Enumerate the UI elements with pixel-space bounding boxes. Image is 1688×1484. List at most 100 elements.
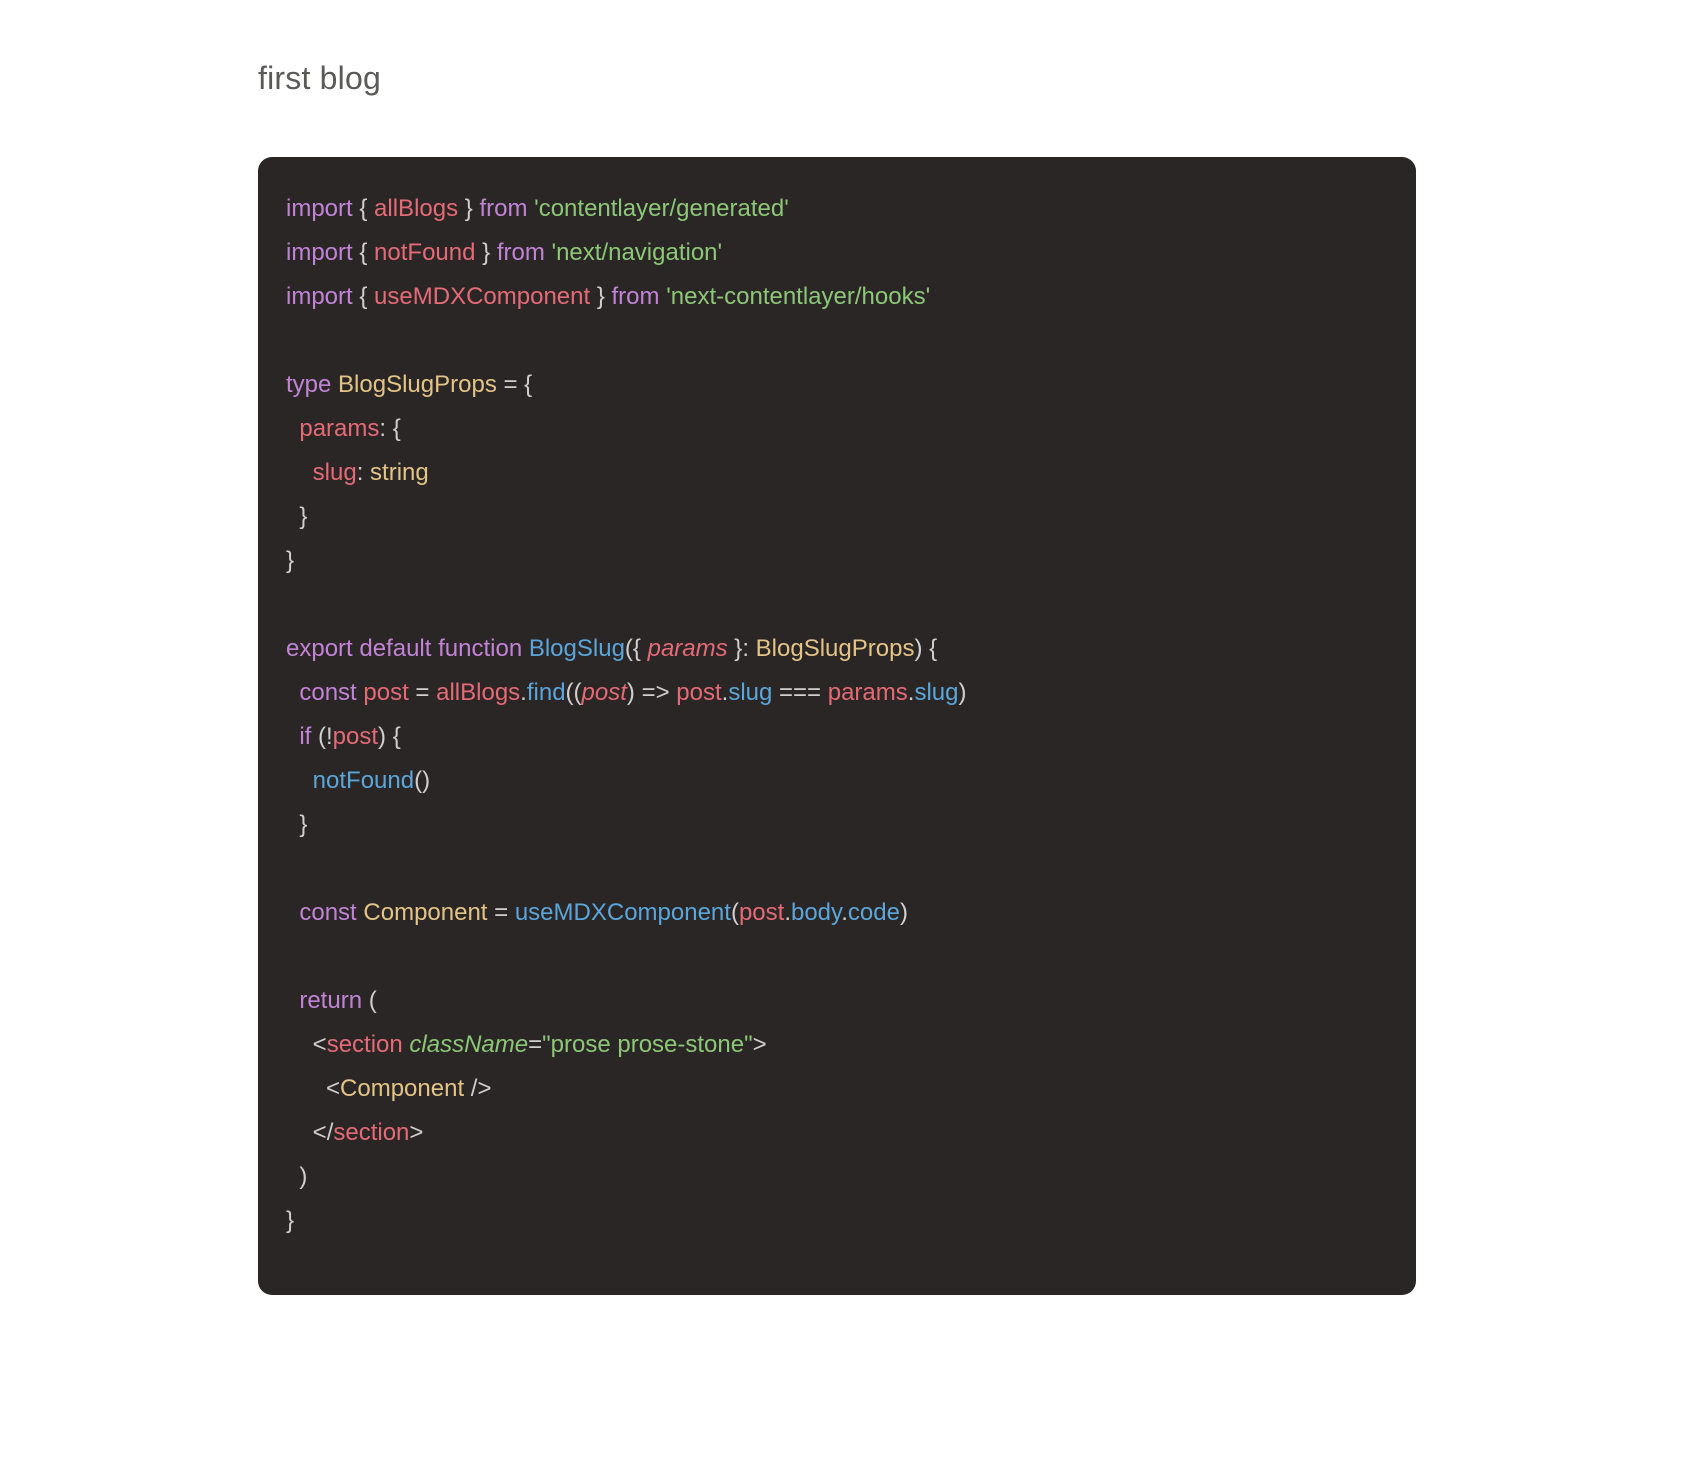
code-token <box>286 459 313 486</box>
code-token: } <box>286 1207 294 1234</box>
code-token: (( <box>566 679 582 706</box>
code-token: . <box>784 899 791 926</box>
code-line: const post = allBlogs.find((post) => pos… <box>286 671 1388 715</box>
code-token <box>522 635 529 662</box>
code-token: = <box>487 899 514 926</box>
code-line <box>286 847 1388 891</box>
code-token: slug <box>313 459 357 486</box>
code-token: import <box>286 283 353 310</box>
code-token: } <box>590 283 611 310</box>
code-line: import { allBlogs } from 'contentlayer/g… <box>286 187 1388 231</box>
code-line: export default function BlogSlug({ param… <box>286 627 1388 671</box>
code-line <box>286 935 1388 979</box>
code-token: find <box>527 679 566 706</box>
code-token: from <box>612 283 660 310</box>
code-token: 'contentlayer/generated' <box>534 195 789 222</box>
code-token: slug <box>914 679 958 706</box>
code-token: Component <box>340 1075 464 1102</box>
code-token: } <box>458 195 479 222</box>
code-token: className <box>409 1031 528 1058</box>
code-token: > <box>753 1031 767 1058</box>
page-title: first blog <box>258 60 1688 97</box>
code-token <box>286 987 299 1014</box>
code-line <box>286 319 1388 363</box>
code-token: notFound <box>313 767 414 794</box>
code-token <box>286 327 293 354</box>
code-token: post <box>582 679 627 706</box>
code-line: } <box>286 1199 1388 1243</box>
code-token: = { <box>497 371 532 398</box>
code-token: 'next/navigation' <box>552 239 723 266</box>
code-token: type <box>286 371 331 398</box>
code-token: params <box>648 635 728 662</box>
code-token: { <box>353 239 374 266</box>
code-token: post <box>739 899 784 926</box>
code-token: = <box>528 1031 542 1058</box>
code-token: useMDXComponent <box>515 899 731 926</box>
code-token <box>286 899 299 926</box>
code-line: params: { <box>286 407 1388 451</box>
code-token: < <box>286 1031 327 1058</box>
code-line: return ( <box>286 979 1388 1023</box>
code-token: } <box>286 503 307 530</box>
code-token: BlogSlugProps <box>338 371 497 398</box>
code-token: : { <box>379 415 400 442</box>
code-token: useMDXComponent <box>374 283 590 310</box>
code-line: ) <box>286 1155 1388 1199</box>
code-token: "prose prose-stone" <box>542 1031 752 1058</box>
code-token: } <box>286 811 307 838</box>
code-token: ( <box>731 899 739 926</box>
code-token: function <box>438 635 522 662</box>
code-token: > <box>409 1119 423 1146</box>
code-token: : <box>357 459 370 486</box>
code-token: params <box>828 679 908 706</box>
code-token: post <box>676 679 721 706</box>
code-line: import { notFound } from 'next/navigatio… <box>286 231 1388 275</box>
code-token: ) { <box>914 635 937 662</box>
code-token: from <box>497 239 545 266</box>
code-token: string <box>370 459 429 486</box>
code-token: export <box>286 635 353 662</box>
code-token <box>286 679 299 706</box>
code-line: } <box>286 495 1388 539</box>
code-token: slug <box>728 679 772 706</box>
code-line: <Component /> <box>286 1067 1388 1111</box>
code-token: BlogSlugProps <box>756 635 915 662</box>
code-token: from <box>479 195 527 222</box>
code-token: { <box>353 195 374 222</box>
code-token: const <box>299 899 356 926</box>
code-token: notFound <box>374 239 475 266</box>
code-token <box>286 415 299 442</box>
code-line: if (!post) { <box>286 715 1388 759</box>
code-token: import <box>286 239 353 266</box>
code-token: ) <box>958 679 966 706</box>
code-token: 'next-contentlayer/hooks' <box>666 283 930 310</box>
code-token: allBlogs <box>374 195 458 222</box>
code-block: import { allBlogs } from 'contentlayer/g… <box>258 157 1416 1295</box>
code-token: allBlogs <box>436 679 520 706</box>
code-line <box>286 583 1388 627</box>
code-token <box>286 723 299 750</box>
code-token: < <box>286 1075 340 1102</box>
code-token: ({ <box>625 635 648 662</box>
code-token: /> <box>464 1075 491 1102</box>
code-token: ( <box>362 987 377 1014</box>
code-token: = <box>409 679 436 706</box>
code-token: (! <box>311 723 332 750</box>
code-token <box>545 239 552 266</box>
code-line: notFound() <box>286 759 1388 803</box>
code-token: body <box>791 899 841 926</box>
code-token: post <box>333 723 378 750</box>
code-token: post <box>363 679 408 706</box>
code-token <box>286 855 293 882</box>
code-token: { <box>353 283 374 310</box>
code-token: ) => <box>627 679 676 706</box>
code-token: code <box>848 899 900 926</box>
code-token <box>286 767 313 794</box>
code-token: section <box>333 1119 409 1146</box>
code-token: if <box>299 723 311 750</box>
code-token: ) <box>900 899 908 926</box>
code-token: Component <box>363 899 487 926</box>
code-token: const <box>299 679 356 706</box>
code-token <box>286 591 293 618</box>
